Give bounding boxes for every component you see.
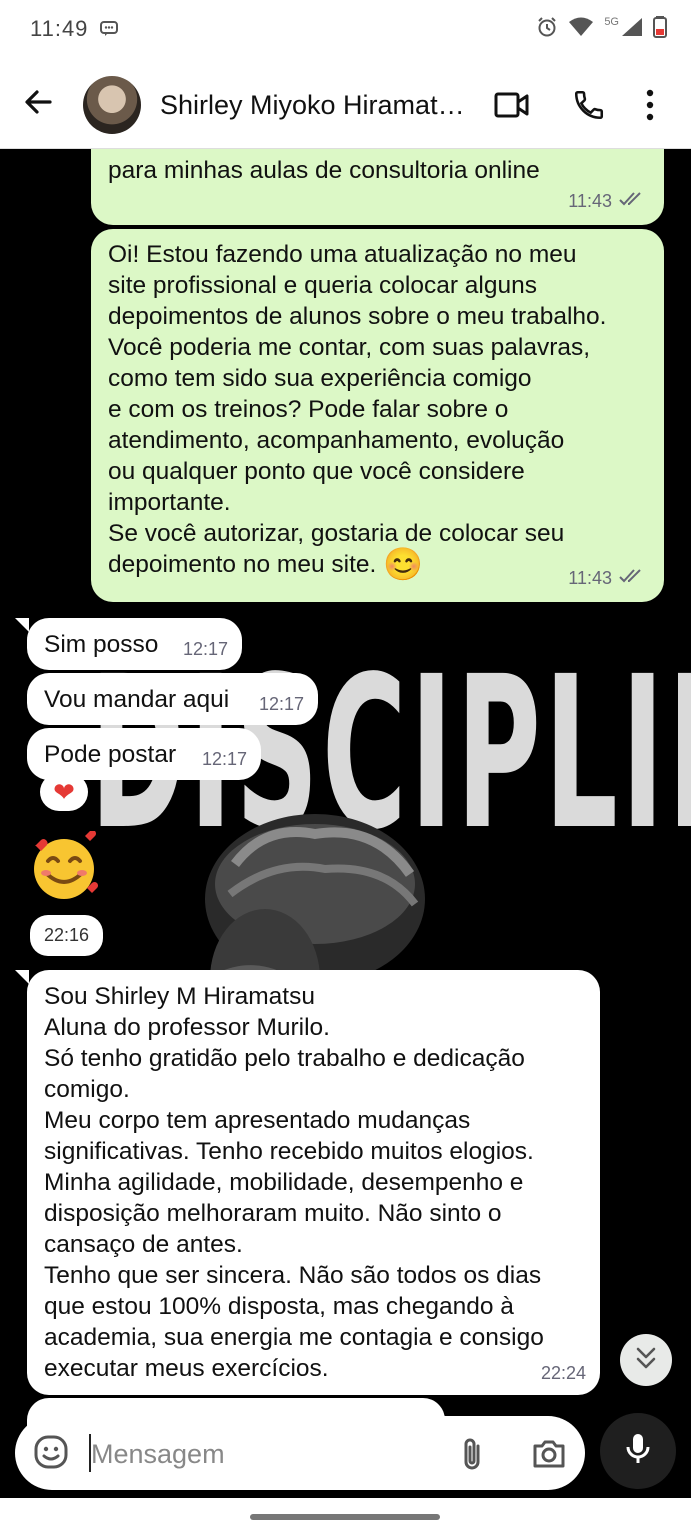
phone-icon[interactable] (572, 88, 606, 127)
chat-header: Shirley Miyoko Hiramat… (0, 62, 691, 149)
message-time: 11:43 (568, 191, 612, 211)
scroll-to-bottom-button[interactable] (620, 1334, 672, 1386)
network-type: 5G (604, 15, 619, 28)
back-arrow-icon[interactable] (22, 86, 54, 123)
reaction-badge[interactable]: ❤ (40, 773, 88, 811)
message-time: 12:17 (201, 749, 247, 769)
message-notification-icon (100, 21, 118, 42)
message-time: 22:16 (30, 915, 104, 956)
alarm-icon (536, 16, 558, 43)
double-chevron-down-icon (635, 1346, 657, 1375)
message-time: 12:17 (258, 694, 304, 714)
message-time: 12:17 (182, 639, 228, 659)
status-bar: 11:49 5G (0, 0, 691, 62)
message-text: Sim posso (44, 631, 159, 658)
navigation-bar (0, 1498, 691, 1536)
chat-area[interactable]: DISCIPLINE para minhas aulas de consulto… (0, 149, 691, 1498)
camera-icon[interactable] (531, 1438, 567, 1475)
message-time: 22:24 (540, 1363, 586, 1383)
heart-reaction: ❤ (53, 777, 75, 807)
attach-icon[interactable] (459, 1436, 485, 1477)
contact-name[interactable]: Shirley Miyoko Hiramat… (160, 90, 475, 121)
emoji-icon[interactable] (33, 1434, 69, 1475)
smile-emoji: 😊 (383, 546, 423, 582)
video-call-icon[interactable] (494, 90, 530, 125)
more-icon[interactable] (645, 88, 655, 127)
message-text: Vou mandar aqui (44, 686, 230, 713)
sticker-emoji[interactable]: 🥰 (28, 829, 100, 908)
outgoing-message[interactable]: para minhas aulas de consultoria online … (91, 149, 664, 225)
outgoing-message[interactable]: Oi! Estou fazendo uma atualização no meu… (91, 229, 664, 602)
battery-icon (653, 16, 667, 43)
wifi-icon (568, 17, 594, 42)
mic-icon (625, 1432, 651, 1471)
double-check-icon (618, 563, 646, 594)
message-time: 11:43 (568, 568, 612, 588)
home-handle[interactable] (250, 1514, 440, 1520)
message-text: Pode postar (44, 741, 177, 768)
incoming-message[interactable]: Sim posso 12:17 (15, 618, 242, 670)
mic-button[interactable] (600, 1413, 676, 1489)
double-check-icon (618, 186, 646, 217)
signal-icon (621, 17, 643, 42)
incoming-message[interactable]: Vou mandar aqui 12:17 (27, 673, 318, 725)
status-time: 11:49 (30, 16, 89, 41)
message-text: Oi! Estou fazendo uma atualização no meu… (108, 241, 607, 582)
message-meta: 11:43 (568, 186, 646, 217)
message-composer (15, 1416, 585, 1490)
message-text: Sou Shirley M Hiramatsu Aluna do profess… (44, 983, 544, 1382)
message-meta: 11:43 (568, 563, 646, 594)
incoming-message[interactable]: Sou Shirley M Hiramatsu Aluna do profess… (15, 970, 600, 1395)
message-input[interactable] (89, 1424, 443, 1484)
message-text: para minhas aulas de consultoria online (108, 157, 540, 184)
contact-avatar[interactable] (83, 76, 141, 134)
